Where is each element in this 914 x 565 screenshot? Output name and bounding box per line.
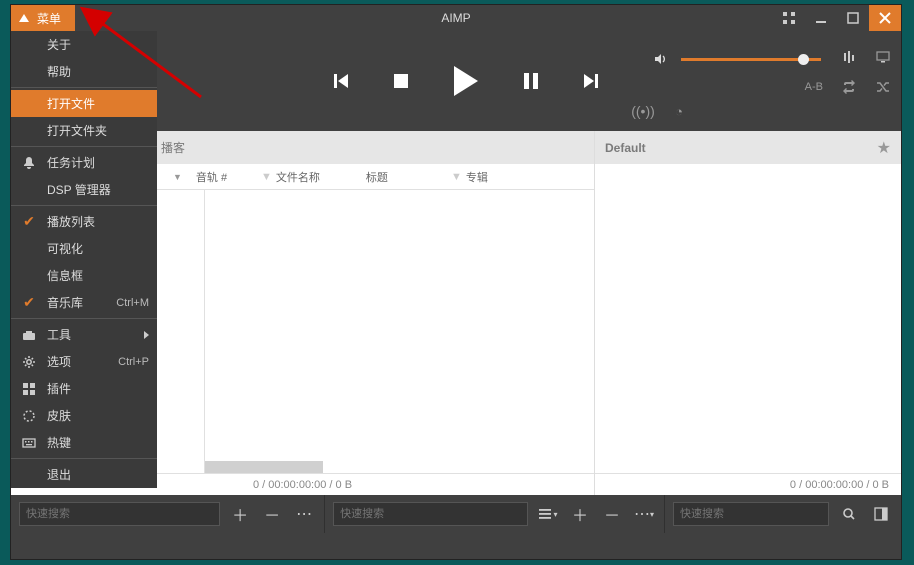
- toolbar-left: ＋ － ⋯: [11, 495, 325, 533]
- logo-icon: [19, 11, 29, 25]
- menu-infobox[interactable]: 信息框: [11, 262, 157, 289]
- library-tab-label: Default: [605, 141, 646, 155]
- pause-button[interactable]: [501, 61, 561, 101]
- dock-icon: [874, 507, 888, 521]
- bell-icon: [21, 155, 37, 171]
- volume-slider[interactable]: [681, 58, 821, 61]
- plugins-icon: [21, 381, 37, 397]
- play-icon: [454, 66, 478, 96]
- filter-icon[interactable]: ▼: [451, 171, 462, 183]
- shortcut-text: Ctrl+M: [116, 297, 149, 309]
- library-empty-area: [595, 164, 901, 473]
- menu-tools[interactable]: 工具: [11, 321, 157, 348]
- menu-plugins[interactable]: 插件: [11, 375, 157, 402]
- menu-about[interactable]: 关于: [11, 31, 157, 58]
- check-icon: ✔: [21, 214, 37, 230]
- volume-icon[interactable]: [653, 51, 669, 67]
- menu-playlist[interactable]: ✔ 播放列表: [11, 208, 157, 235]
- close-button[interactable]: [869, 5, 901, 31]
- stop-button[interactable]: [371, 61, 431, 101]
- menu-help[interactable]: 帮助: [11, 58, 157, 85]
- library-status: 0 / 00:00:00:00 / 0 B: [595, 473, 901, 495]
- skip-next-icon: [584, 74, 598, 88]
- col-filename[interactable]: 文件名称: [276, 169, 366, 185]
- grid-icon: [782, 11, 796, 25]
- toolbar-middle: ▾ ＋ － ⋯▾: [325, 495, 665, 533]
- add-button-2[interactable]: ＋: [568, 502, 592, 526]
- playlist-tab-label: 播客: [161, 139, 185, 156]
- shuffle-icon[interactable]: [875, 79, 891, 95]
- close-icon: [878, 11, 892, 25]
- search-input-left[interactable]: [19, 502, 220, 526]
- menu-music-library[interactable]: ✔ 音乐库 Ctrl+M: [11, 289, 157, 316]
- col-album[interactable]: 专辑: [466, 169, 526, 185]
- ab-repeat-label[interactable]: A-B: [805, 81, 823, 93]
- maximize-button[interactable]: [837, 5, 869, 31]
- filter-icon[interactable]: ▼: [261, 171, 272, 183]
- search-input-right[interactable]: [673, 502, 829, 526]
- skins-icon: [21, 408, 37, 424]
- clock-icon[interactable]: ◔: [671, 103, 687, 119]
- radio-icon[interactable]: ((•)): [635, 103, 651, 119]
- menu-hotkeys[interactable]: 热键: [11, 429, 157, 456]
- more-button-2[interactable]: ⋯▾: [632, 502, 656, 526]
- star-icon[interactable]: ★: [877, 138, 891, 158]
- chevron-down-icon[interactable]: ▼: [173, 172, 182, 182]
- menu-exit[interactable]: 退出: [11, 461, 157, 488]
- compact-mode-button[interactable]: [773, 5, 805, 31]
- more-button[interactable]: ⋯: [292, 502, 316, 526]
- aimp-window: 菜单 AIMP 关于 帮助 打开文件 打开文件夹 任务计划 DSP 管理器 ✔ …: [10, 4, 902, 560]
- minimize-button[interactable]: [805, 5, 837, 31]
- col-title[interactable]: 标题▼: [366, 169, 466, 185]
- bottom-toolbars: ＋ － ⋯ ▾ ＋ － ⋯▾: [11, 495, 901, 533]
- window-title: AIMP: [441, 11, 470, 25]
- menu-open-folder[interactable]: 打开文件夹: [11, 117, 157, 144]
- library-tab-header[interactable]: Default ★: [595, 131, 901, 164]
- col-track[interactable]: 音轨 #▼: [196, 169, 276, 185]
- play-button[interactable]: [431, 61, 501, 101]
- menu-scheduler[interactable]: 任务计划: [11, 149, 157, 176]
- maximize-icon: [846, 11, 860, 25]
- list-button[interactable]: ▾: [536, 502, 560, 526]
- keyboard-icon: [21, 435, 37, 451]
- shortcut-text: Ctrl+P: [118, 356, 149, 368]
- menu-button[interactable]: 菜单: [11, 5, 75, 31]
- remove-button-2[interactable]: －: [600, 502, 624, 526]
- toolbox-icon: [21, 327, 37, 343]
- repeat-icon[interactable]: [841, 79, 857, 95]
- stop-icon: [394, 74, 408, 88]
- horizontal-scrollbar[interactable]: [205, 461, 323, 473]
- menu-dsp[interactable]: DSP 管理器: [11, 176, 157, 203]
- toolbar-right: [665, 495, 901, 533]
- search-icon: [842, 507, 856, 521]
- main-menu-dropdown: 关于 帮助 打开文件 打开文件夹 任务计划 DSP 管理器 ✔ 播放列表 可视化…: [11, 31, 157, 488]
- search-button[interactable]: [837, 502, 861, 526]
- monitor-icon[interactable]: [875, 49, 891, 65]
- menu-visualization[interactable]: 可视化: [11, 235, 157, 262]
- search-input-middle[interactable]: [333, 502, 528, 526]
- playlist-empty-area: [204, 190, 594, 473]
- skip-prev-icon: [334, 74, 348, 88]
- minimize-icon: [814, 11, 828, 25]
- check-icon: ✔: [21, 295, 37, 311]
- equalizer-icon[interactable]: [841, 49, 857, 65]
- submenu-arrow-icon: [144, 331, 149, 339]
- remove-button[interactable]: －: [260, 502, 284, 526]
- previous-button[interactable]: [311, 61, 371, 101]
- gear-icon: [21, 354, 37, 370]
- menu-skins[interactable]: 皮肤: [11, 402, 157, 429]
- titlebar: 菜单 AIMP: [11, 5, 901, 31]
- menu-open-file[interactable]: 打开文件: [11, 90, 157, 117]
- pause-icon: [524, 73, 538, 89]
- dock-button[interactable]: [869, 502, 893, 526]
- next-button[interactable]: [561, 61, 621, 101]
- add-button[interactable]: ＋: [228, 502, 252, 526]
- list-icon: [538, 507, 552, 521]
- library-pane: Default ★ 0 / 00:00:00:00 / 0 B: [595, 131, 901, 495]
- menu-options[interactable]: 选项 Ctrl+P: [11, 348, 157, 375]
- menu-button-label: 菜单: [37, 10, 61, 27]
